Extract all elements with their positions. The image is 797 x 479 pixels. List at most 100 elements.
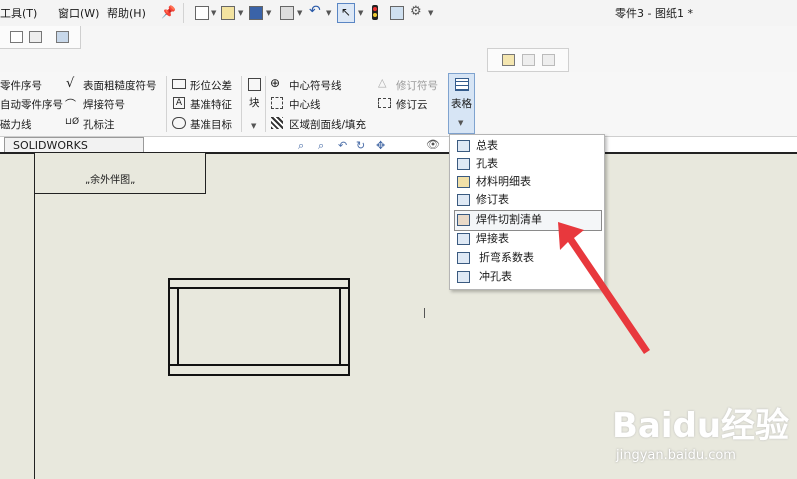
separator: [183, 3, 184, 23]
zoom-to-fit-icon[interactable]: ⌕: [298, 139, 304, 153]
red-arrow-annotation: [558, 222, 650, 354]
view-eye-icon[interactable]: 👁: [426, 138, 440, 151]
ribbon-auto-balloon[interactable]: 自动零件序号: [0, 97, 63, 112]
ribbon-datum-target[interactable]: 基准目标: [190, 117, 232, 132]
weld-table-icon: [457, 233, 470, 245]
center-mark-icon: ⊕: [270, 76, 281, 90]
datum-feature-icon: A: [173, 97, 185, 109]
menu-item-revision-table[interactable]: 修订表: [454, 191, 600, 209]
revision-cloud-icon: [378, 98, 391, 108]
ribbon-area-hatch[interactable]: 区域剖面线/填充: [289, 117, 366, 132]
ribbon-revision-symbol: 修订符号: [396, 80, 438, 92]
ribbon-magnetic-line[interactable]: 磁力线: [0, 117, 32, 132]
annotation-tools-box: [487, 48, 569, 72]
chevron-down-icon[interactable]: ▼: [326, 9, 331, 17]
zoom-area-icon[interactable]: ⌕: [318, 139, 324, 153]
print-icon[interactable]: [280, 6, 294, 20]
geometric-tolerance-icon: [172, 79, 186, 89]
menu-item-label: 冲孔表: [479, 270, 512, 283]
weldment-cut-list-icon: [457, 214, 470, 226]
chevron-down-icon[interactable]: ▼: [358, 9, 363, 17]
ribbon-revision-cloud[interactable]: 修订云: [396, 97, 428, 112]
menu-item-label: 修订表: [476, 193, 509, 206]
chevron-down-icon: ▼: [458, 119, 464, 127]
table-button-label: 表格: [451, 98, 472, 110]
watermark: Baidu经验 jingyan.baidu.com: [612, 392, 792, 472]
chevron-down-icon[interactable]: ▼: [297, 9, 302, 17]
chevron-down-icon[interactable]: ▼: [428, 9, 433, 17]
copy-icon[interactable]: [29, 31, 42, 43]
window-title: 零件3 - 图纸1 *: [615, 7, 693, 20]
undo-icon[interactable]: ↶: [309, 3, 321, 19]
ribbon-centerline[interactable]: 中心线: [289, 97, 321, 112]
separator: [166, 76, 167, 132]
separator: [265, 76, 266, 132]
menu-tools[interactable]: 工具(T): [0, 5, 37, 21]
ribbon-block[interactable]: 块: [249, 95, 260, 110]
menu-item-hole-table[interactable]: 孔表: [454, 155, 600, 173]
select-icon[interactable]: ↖: [337, 3, 355, 23]
bend-table-icon: [457, 252, 470, 264]
ribbon-balloon[interactable]: 零件序号: [0, 78, 42, 93]
chevron-down-icon[interactable]: ▼: [266, 9, 271, 17]
drawing-view[interactable]: [166, 276, 354, 378]
ribbon-weld-symbol[interactable]: 焊接符号: [83, 97, 125, 112]
menu-item-label: 材料明细表: [476, 175, 531, 188]
watermark-brand: Baidu经验: [612, 406, 790, 446]
gear-icon[interactable]: ⚙: [410, 4, 422, 19]
title-block: „余外伴图„: [34, 153, 206, 194]
chevron-down-icon[interactable]: ▼: [238, 9, 243, 17]
weld-symbol-icon: ⌒: [65, 98, 76, 111]
general-table-icon: [457, 140, 470, 152]
menu-item-label: 焊件切割清单: [476, 213, 542, 226]
hatch-fill-icon: [271, 117, 283, 129]
pin-icon[interactable]: 📌: [161, 5, 176, 19]
menu-item-general-table[interactable]: 总表: [454, 137, 600, 155]
tab-solidworks-inspection[interactable]: SOLIDWORKS Inspection: [4, 137, 144, 168]
pan-icon[interactable]: ✥: [376, 139, 385, 152]
ribbon-geometric-tolerance[interactable]: 形位公差: [190, 78, 232, 93]
block-icon: [248, 78, 261, 91]
disabled-icon: [542, 54, 555, 66]
hole-callout-icon: ⊔Ø: [65, 117, 80, 127]
surface-finish-icon: √: [66, 76, 75, 91]
bom-icon: [457, 176, 470, 188]
secondary-toolbar: [0, 26, 797, 72]
ribbon-center-mark[interactable]: 中心符号线: [289, 78, 342, 93]
menu-item-label: 焊接表: [476, 232, 509, 245]
disabled-icon: [522, 54, 535, 66]
quick-tools-box: [0, 26, 81, 49]
menu-item-bom[interactable]: 材料明细表: [454, 173, 600, 191]
open-folder-icon[interactable]: [221, 6, 235, 20]
revision-symbol-icon: △: [378, 76, 387, 89]
rebuild-icon[interactable]: [372, 5, 378, 20]
print-icon[interactable]: [10, 31, 23, 43]
options-icon[interactable]: [56, 31, 69, 43]
title-block-text: „余外伴图„: [85, 175, 136, 186]
datum-target-icon: [172, 117, 186, 129]
centerline-icon: [271, 97, 283, 109]
chevron-down-icon[interactable]: ▼: [251, 122, 256, 130]
previous-view-icon[interactable]: ↶: [338, 139, 347, 152]
rotate-icon[interactable]: ↻: [356, 139, 365, 152]
ribbon-surface-finish[interactable]: 表面粗糙度符号: [83, 78, 157, 93]
chevron-down-icon[interactable]: ▼: [211, 9, 216, 17]
menu-item-label: 孔表: [476, 157, 498, 170]
table-icon: [455, 78, 469, 91]
menu-window[interactable]: 窗口(W): [58, 5, 99, 21]
menu-item-label: 折弯系数表: [479, 251, 534, 264]
revision-table-icon: [457, 194, 470, 206]
table-button[interactable]: 表格 ▼: [448, 73, 475, 134]
ribbon-datum-feature[interactable]: 基准特征: [190, 97, 232, 112]
annotation-ribbon: 零件序号 自动零件序号 磁力线 √ 表面粗糙度符号 ⌒ 焊接符号 ⊔Ø 孔标注 …: [0, 72, 797, 137]
edit-icon[interactable]: [502, 54, 515, 66]
hole-table-icon: [457, 158, 470, 170]
separator: [241, 76, 242, 132]
menu-help[interactable]: 帮助(H): [107, 5, 146, 21]
menu-item-label: 总表: [476, 139, 498, 152]
file-properties-icon[interactable]: [390, 6, 404, 20]
new-document-icon[interactable]: [195, 6, 209, 20]
punch-table-icon: [457, 271, 470, 283]
ribbon-hole-callout[interactable]: 孔标注: [83, 117, 115, 132]
save-icon[interactable]: [249, 6, 263, 20]
